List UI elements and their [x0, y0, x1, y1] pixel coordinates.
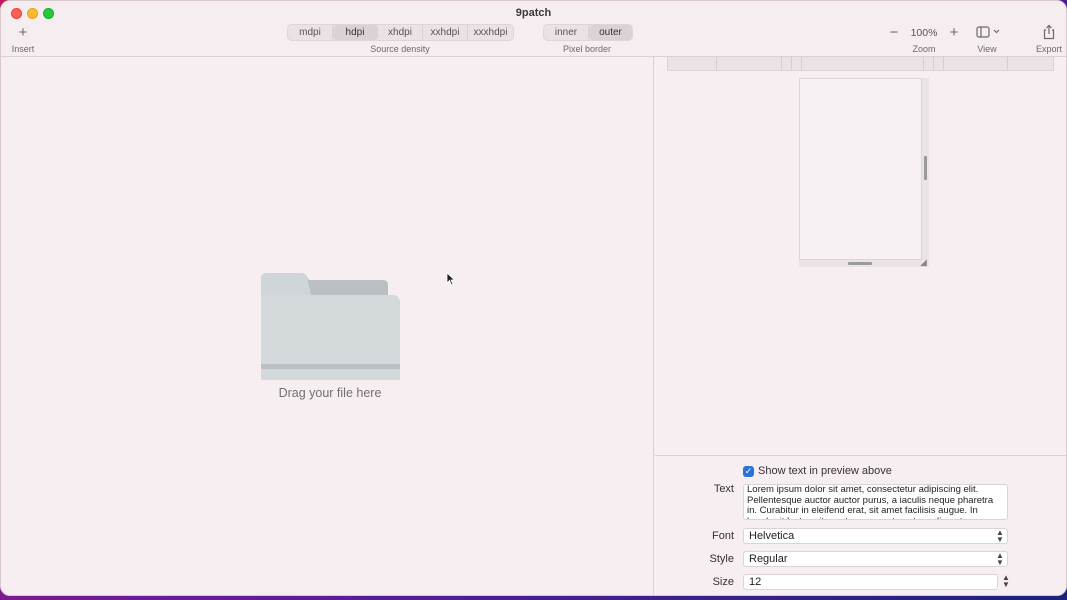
toolbar: 9patch + Insert mdpi hdpi xhdpi xxhdpi x…: [1, 1, 1066, 57]
source-density-control: mdpi hdpi xhdpi xxhdpi xxxhdpi: [287, 24, 514, 41]
show-text-checkbox-row[interactable]: ✓ Show text in preview above: [743, 465, 892, 477]
view-button[interactable]: [976, 25, 1002, 39]
preview-text-field[interactable]: Lorem ipsum dolor sit amet, consectetur …: [743, 484, 1008, 520]
text-preview-settings: ✓ Show text in preview above Text Lorem …: [655, 455, 1066, 595]
show-text-checkbox[interactable]: ✓: [743, 465, 754, 477]
density-hdpi[interactable]: hdpi: [333, 25, 378, 40]
app-window: 9patch + Insert mdpi hdpi xhdpi xxhdpi x…: [0, 0, 1067, 596]
source-density-label: Source density: [370, 44, 430, 54]
density-mdpi[interactable]: mdpi: [288, 25, 333, 40]
show-text-label: Show text in preview above: [758, 465, 892, 477]
chevron-updown-icon: ▲ ▼: [996, 551, 1004, 567]
plus-icon[interactable]: +: [947, 25, 961, 40]
size-label: Size: [712, 576, 734, 588]
nine-patch-preview: [799, 78, 922, 267]
sidebar-icon: [976, 26, 1000, 38]
font-select[interactable]: Helvetica ▲ ▼: [743, 528, 1008, 544]
mouse-cursor-icon: [446, 272, 456, 286]
style-label: Style: [709, 553, 734, 565]
chevron-updown-icon: ▲ ▼: [996, 528, 1004, 544]
size-value: 12: [749, 576, 762, 588]
preview-pane: ◢ ✓ Show text in preview above Text Lore…: [655, 57, 1066, 595]
style-select[interactable]: Regular ▲ ▼: [743, 551, 1008, 567]
view-label: View: [977, 44, 997, 54]
share-icon: [1043, 24, 1055, 40]
density-xxhdpi[interactable]: xxhdpi: [423, 25, 468, 40]
window-title: 9patch: [515, 7, 552, 19]
export-label: Export: [1035, 44, 1062, 54]
zoom-value: 100%: [910, 27, 938, 39]
drop-zone[interactable]: Drag your file here: [1, 57, 654, 595]
vertical-stretch-handle[interactable]: [921, 78, 929, 267]
zoom-label: Zoom: [912, 44, 936, 54]
font-value: Helvetica: [749, 530, 795, 542]
border-outer[interactable]: outer: [589, 25, 632, 40]
text-label: Text: [713, 483, 734, 495]
folder-icon: [261, 273, 400, 380]
drop-zone-label: Drag your file here: [278, 386, 382, 400]
plus-icon[interactable]: +: [15, 25, 31, 40]
pixel-border-control: inner outer: [543, 24, 633, 41]
resize-grip-icon[interactable]: ◢: [920, 257, 927, 268]
horizontal-stretch-handle[interactable]: [799, 259, 922, 267]
export-button[interactable]: [1042, 24, 1056, 40]
minus-icon[interactable]: −: [887, 25, 901, 40]
font-label: Font: [711, 530, 734, 542]
insert-label: Insert: [11, 44, 35, 54]
border-inner[interactable]: inner: [544, 25, 589, 40]
patch-ruler: [667, 57, 1054, 71]
pixel-border-label: Pixel border: [562, 44, 612, 54]
size-field[interactable]: 12: [743, 574, 998, 590]
style-value: Regular: [749, 553, 788, 565]
size-stepper[interactable]: ▲ ▼: [1002, 574, 1010, 590]
density-xxxhdpi[interactable]: xxxhdpi: [468, 25, 513, 40]
density-xhdpi[interactable]: xhdpi: [378, 25, 423, 40]
